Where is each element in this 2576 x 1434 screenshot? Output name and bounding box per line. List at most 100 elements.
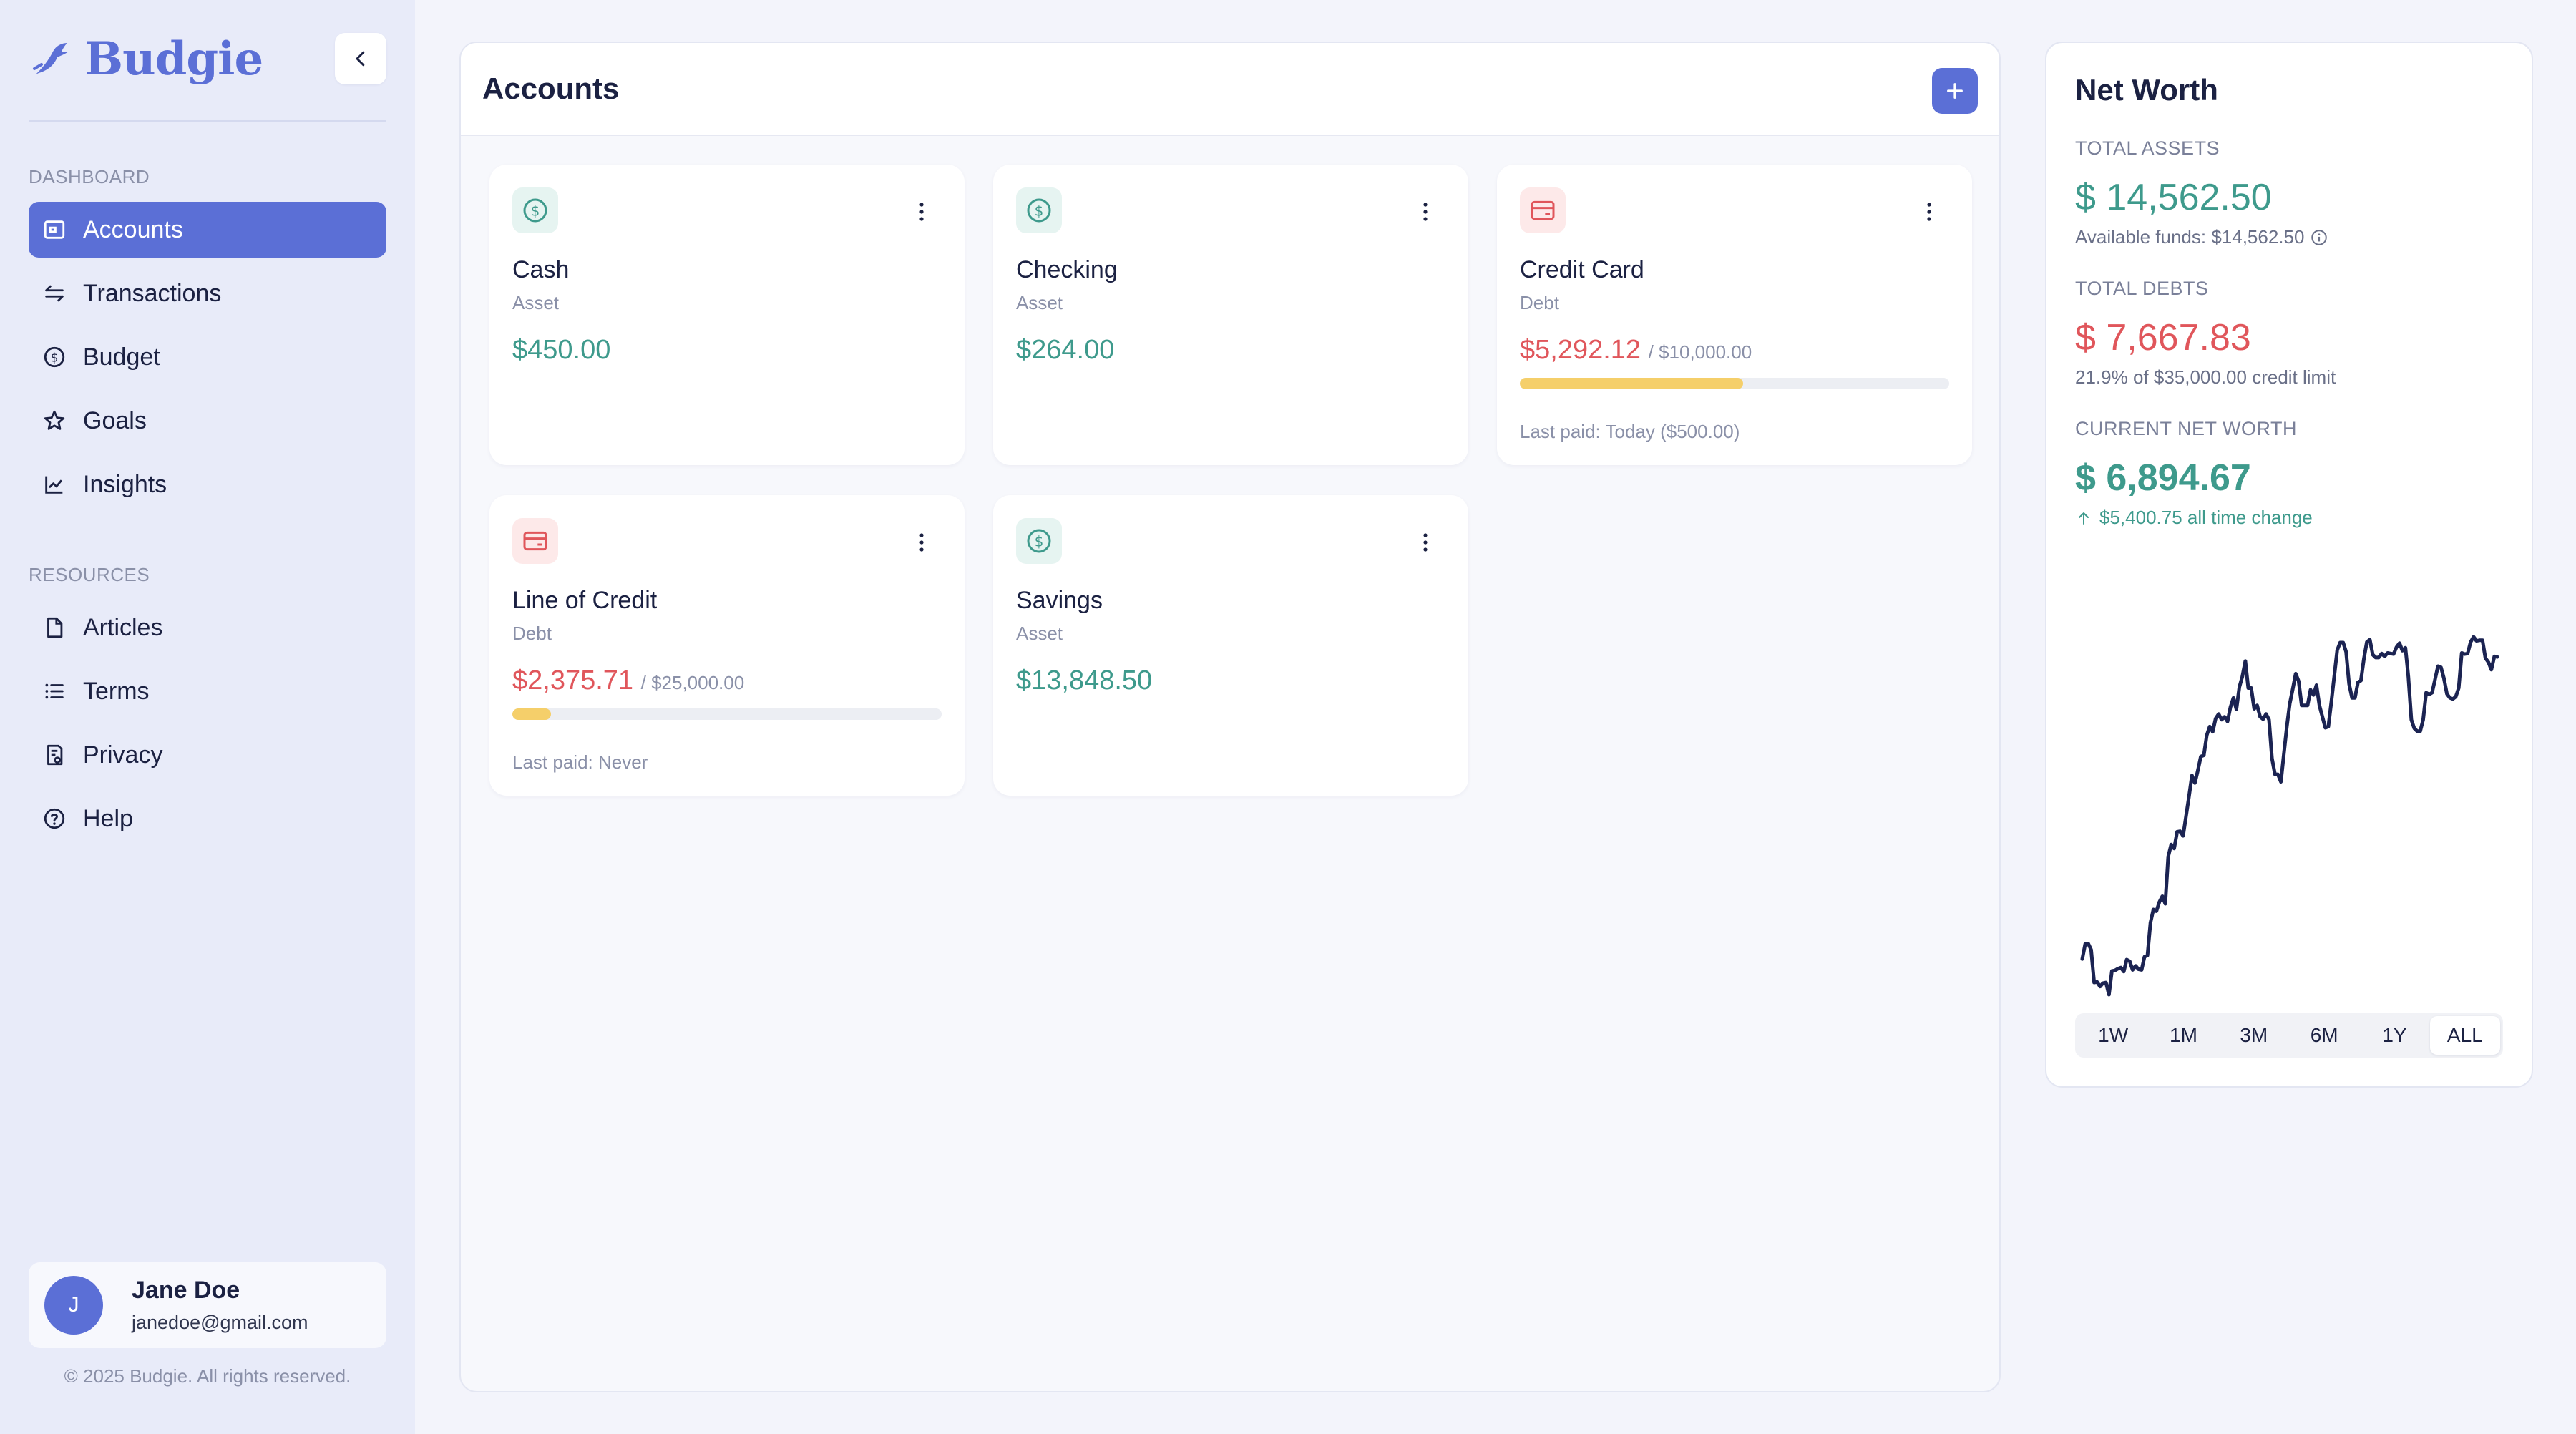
account-card-line-of-credit[interactable]: Line of Credit Debt $2,375.71 / $25,000.… — [489, 495, 965, 796]
total-assets-label: TOTAL ASSETS — [2075, 137, 2220, 159]
available-funds-text: Available funds: $14,562.50 — [2075, 226, 2305, 248]
net-worth-series-line — [2080, 635, 2499, 997]
account-card-savings[interactable]: $ Savings Asset $13,848.50 — [993, 495, 1468, 796]
range-tab-1m[interactable]: 1M — [2148, 1016, 2218, 1055]
sidebar-item-articles[interactable]: Articles — [29, 600, 386, 655]
net-worth-change: $5,400.75 all time change — [2075, 507, 2313, 529]
dollar-circle-icon: $ — [512, 187, 558, 233]
account-balance: $2,375.71 / $25,000.00 — [512, 665, 744, 696]
brand-name: Budgie — [84, 31, 263, 86]
sidebar-item-goals[interactable]: Goals — [29, 393, 386, 449]
last-paid: Last paid: Never — [512, 751, 648, 773]
utilization-fill — [512, 708, 551, 720]
brand: Budgie — [29, 31, 386, 86]
current-net-worth-label: CURRENT NET WORTH — [2075, 418, 2298, 439]
account-name: Credit Card — [1520, 256, 1644, 283]
credit-limit: / $25,000.00 — [640, 672, 745, 693]
account-card-checking[interactable]: $ Checking Asset $264.00 — [993, 165, 1468, 465]
dollar-circle-icon: $ — [1016, 518, 1062, 564]
accounts-panel: Accounts $ Cash Asset $450.00 $ Checking… — [459, 42, 2001, 1392]
sidebar-item-label: Insights — [83, 470, 167, 498]
more-vertical-icon[interactable] — [1418, 199, 1433, 225]
net-worth-line-chart — [2080, 635, 2499, 997]
svg-text:$: $ — [1035, 203, 1044, 220]
svg-text:$: $ — [1035, 533, 1044, 550]
account-type: Asset — [1016, 292, 1063, 313]
range-tab-1w[interactable]: 1W — [2078, 1016, 2148, 1055]
balance-amount: $5,292.12 — [1520, 335, 1641, 365]
sidebar-item-label: Help — [83, 804, 133, 832]
range-tab-1y[interactable]: 1Y — [2359, 1016, 2429, 1055]
account-name: Line of Credit — [512, 587, 658, 614]
star-icon — [42, 408, 67, 434]
accounts-header: Accounts — [461, 43, 1999, 136]
help-circle-icon — [42, 806, 67, 831]
sidebar-item-help[interactable]: Help — [29, 791, 386, 847]
sidebar-item-insights[interactable]: Insights — [29, 457, 386, 512]
account-type: Asset — [1016, 623, 1063, 644]
account-balance: $264.00 — [1016, 335, 1115, 365]
line-chart-icon — [42, 472, 67, 497]
wallet-icon — [42, 217, 67, 243]
collapse-sidebar-button[interactable] — [335, 33, 386, 84]
range-tab-all[interactable]: ALL — [2429, 1016, 2500, 1055]
account-name: Checking — [1016, 256, 1118, 283]
svg-text:$: $ — [531, 203, 540, 220]
dollar-circle-icon: $ — [1016, 187, 1062, 233]
list-icon — [42, 678, 67, 704]
balance-amount: $2,375.71 — [512, 665, 634, 696]
sidebar-item-label: Articles — [83, 613, 163, 641]
bird-logo-icon — [33, 43, 69, 74]
document-icon — [42, 615, 67, 640]
user-email: janedoe@gmail.com — [132, 1312, 308, 1333]
sidebar: Budgie DASHBOARD Accounts Transactions $… — [0, 0, 415, 1434]
account-name: Cash — [512, 256, 570, 283]
svg-text:$: $ — [51, 351, 59, 365]
utilization-fill — [1520, 378, 1743, 389]
sidebar-item-transactions[interactable]: Transactions — [29, 265, 386, 321]
range-tab-6m[interactable]: 6M — [2289, 1016, 2359, 1055]
credit-card-icon — [512, 518, 558, 564]
sidebar-item-terms[interactable]: Terms — [29, 663, 386, 719]
total-assets-value: $ 14,562.50 — [2075, 177, 2272, 218]
account-type: Debt — [1520, 292, 1559, 313]
available-funds: Available funds: $14,562.50 — [2075, 226, 2328, 248]
current-net-worth-value: $ 6,894.67 — [2075, 457, 2251, 499]
more-vertical-icon[interactable] — [1418, 530, 1433, 555]
avatar: J — [44, 1276, 103, 1335]
add-account-button[interactable] — [1932, 68, 1978, 114]
sidebar-item-label: Budget — [83, 343, 160, 371]
range-tab-3m[interactable]: 3M — [2219, 1016, 2289, 1055]
more-vertical-icon[interactable] — [1922, 199, 1936, 225]
sidebar-item-label: Privacy — [83, 741, 163, 769]
copyright: © 2025 Budgie. All rights reserved. — [64, 1365, 351, 1387]
last-paid: Last paid: Today ($500.00) — [1520, 421, 1740, 442]
account-card-credit-card[interactable]: Credit Card Debt $5,292.12 / $10,000.00 … — [1497, 165, 1972, 465]
user-profile-card[interactable]: J Jane Doe janedoe@gmail.com — [29, 1262, 386, 1348]
net-worth-change-text: $5,400.75 all time change — [2099, 507, 2313, 528]
sidebar-item-budget[interactable]: $ Budget — [29, 329, 386, 385]
utilization-bar — [512, 708, 942, 720]
chevron-left-icon — [356, 51, 365, 67]
info-icon[interactable] — [2310, 228, 2328, 247]
credit-usage: 21.9% of $35,000.00 credit limit — [2075, 366, 2336, 388]
privacy-document-icon — [42, 742, 67, 768]
arrow-up-icon — [2079, 512, 2089, 525]
more-vertical-icon[interactable] — [914, 199, 929, 225]
total-debts-label: TOTAL DEBTS — [2075, 278, 2209, 299]
sidebar-item-label: Transactions — [83, 279, 222, 307]
credit-card-icon — [1520, 187, 1566, 233]
dashboard-section-label: DASHBOARD — [29, 166, 150, 187]
sidebar-item-label: Accounts — [83, 215, 183, 243]
plus-icon — [1947, 83, 1963, 99]
account-type: Debt — [512, 623, 552, 644]
account-balance: $5,292.12 / $10,000.00 — [1520, 335, 1752, 366]
sidebar-item-privacy[interactable]: Privacy — [29, 727, 386, 783]
account-card-cash[interactable]: $ Cash Asset $450.00 — [489, 165, 965, 465]
resources-section-label: RESOURCES — [29, 564, 150, 585]
time-range-selector: 1W 1M 3M 6M 1Y ALL — [2075, 1013, 2503, 1058]
utilization-bar — [1520, 378, 1949, 389]
user-name: Jane Doe — [132, 1277, 240, 1304]
sidebar-item-accounts[interactable]: Accounts — [29, 202, 386, 258]
more-vertical-icon[interactable] — [914, 530, 929, 555]
